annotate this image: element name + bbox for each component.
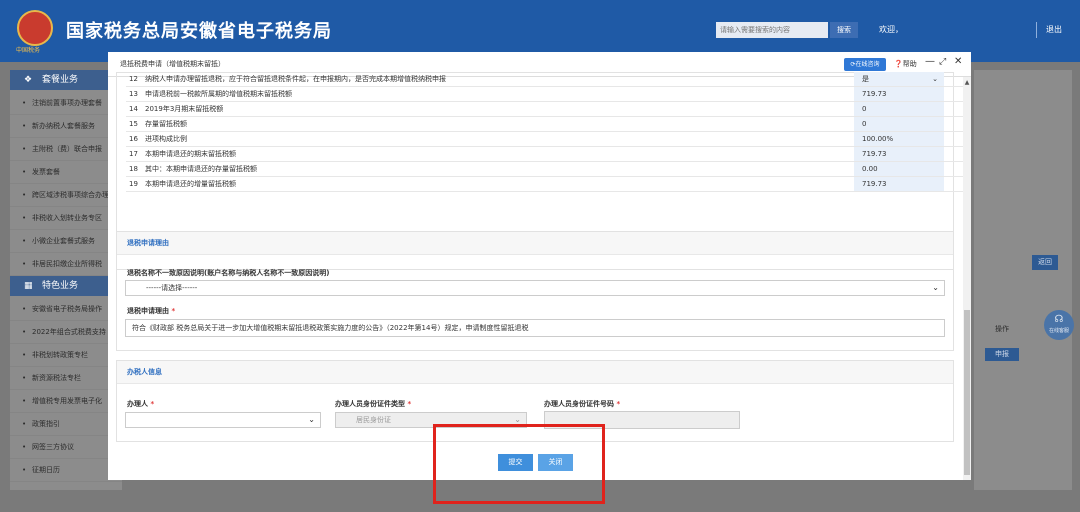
- refund-dialog: 退抵税费申请（增值税期末留抵） ⟳在线咨询 ❓帮助 — ⤢ ✕ 12 纳税人申请办…: [108, 52, 971, 480]
- operation-column-header: 操作: [995, 325, 1009, 333]
- site-title: 国家税务总局安徽省电子税务局: [66, 21, 332, 42]
- filing-status-select[interactable]: 是 ⌄: [854, 72, 944, 86]
- sidebar-item[interactable]: • 政策指引: [10, 413, 122, 436]
- id-number-label: 办理人员身份证件号码 *: [544, 400, 621, 408]
- search-input[interactable]: [716, 22, 828, 38]
- minimize-icon[interactable]: —: [925, 56, 935, 67]
- search-button[interactable]: 搜索: [830, 22, 858, 38]
- sidebar-section-featured[interactable]: ▦ 特色业务: [10, 276, 122, 296]
- chevron-down-icon: ⌄: [932, 75, 938, 83]
- sidebar-item[interactable]: • 注销前置事项办理套餐: [10, 92, 122, 115]
- report-button[interactable]: 申报: [985, 348, 1019, 361]
- scroll-up-icon[interactable]: ▲: [963, 79, 971, 86]
- mismatch-label: 退税名称不一致原因说明(账户名称与纳税人名称不一致原因说明): [127, 269, 330, 277]
- sidebar-item[interactable]: • 主附税（费）联合申报: [10, 138, 122, 161]
- handler-label: 办理人 *: [127, 400, 155, 408]
- header-divider: [1036, 22, 1037, 38]
- gear-icon: ❖: [24, 75, 33, 85]
- welcome-text: 欢迎，: [879, 25, 903, 34]
- chevron-down-icon: ⌄: [308, 415, 315, 424]
- sidebar-item[interactable]: • 跨区域涉税事项综合办理: [10, 184, 122, 207]
- section-title: 办税人信息: [117, 361, 953, 384]
- grid-icon: ▦: [24, 281, 33, 291]
- section-title: 退税申请理由: [117, 232, 953, 255]
- sidebar: ❖ 套餐业务 • 注销前置事项办理套餐 • 新办纳税人套餐服务 • 主附税（费）联合申…: [10, 70, 122, 490]
- sidebar-item[interactable]: • 征期日历: [10, 459, 122, 482]
- table-row: 17 本期申请退还的期末留抵税额 719.73: [126, 147, 963, 162]
- highlight-annotation-box: [433, 424, 605, 504]
- sidebar-item[interactable]: • 非居民扣缴企业所得税: [10, 253, 122, 276]
- id-type-label: 办理人员身份证件类型 *: [335, 400, 412, 408]
- refund-reason-card: 退税申请理由 退税名称不一致原因说明(账户名称与纳税人名称不一致原因说明) --…: [116, 231, 954, 351]
- sidebar-item[interactable]: • 新办纳税人套餐服务: [10, 115, 122, 138]
- table-row: 15 存量留抵税额 0: [126, 117, 963, 132]
- headset-icon: ☊: [1054, 314, 1064, 325]
- sidebar-item[interactable]: • 网签三方协议: [10, 436, 122, 459]
- tax-emblem-icon: [17, 10, 53, 46]
- reason-field[interactable]: 符合《财政部 税务总局关于进一步加大增值税期末留抵退税政策实施力度的公告》（20…: [125, 319, 945, 337]
- sidebar-item[interactable]: • 小微企业套餐式服务: [10, 230, 122, 253]
- background-panel: [974, 70, 1072, 490]
- sidebar-item[interactable]: • 非税收入划转业务专区: [10, 207, 122, 230]
- sidebar-item[interactable]: • 新资源税法专栏: [10, 367, 122, 390]
- table-row: 12 纳税人申请办理留抵退税，应于符合留抵退税条件起，在申报期内，是否完成本期增值…: [126, 72, 963, 87]
- table-row: 18 其中：本期申请退还的存量留抵税额 0.00: [126, 162, 963, 177]
- logout-link[interactable]: 退出: [1046, 24, 1062, 35]
- table-row: 14 2019年3月期末留抵税额 0: [126, 102, 963, 117]
- scrollbar-thumb[interactable]: [964, 310, 970, 475]
- sidebar-item[interactable]: • 非税划转政策专栏: [10, 344, 122, 367]
- mismatch-reason-select[interactable]: ------请选择------ ⌄: [125, 280, 945, 296]
- table-row: 19 本期申请退还的增量留抵税额 719.73: [126, 177, 963, 192]
- return-button[interactable]: 返回: [1032, 255, 1058, 270]
- sidebar-item[interactable]: • 安徽省电子税务局操作: [10, 298, 122, 321]
- online-consult-button[interactable]: ⟳在线咨询: [844, 58, 886, 71]
- sidebar-item[interactable]: • 2022年组合式税费支持: [10, 321, 122, 344]
- sidebar-section-package[interactable]: ❖ 套餐业务: [10, 70, 122, 90]
- emblem-caption: 中国税务: [16, 47, 41, 54]
- dialog-title: 退抵税费申请（增值税期末留抵）: [120, 60, 225, 68]
- maximize-icon[interactable]: ⤢: [939, 57, 946, 67]
- handler-select[interactable]: ⌄: [125, 412, 321, 428]
- online-service-float-button[interactable]: ☊ 在线客服: [1044, 310, 1074, 340]
- sidebar-item[interactable]: • 增值税专用发票电子化: [10, 390, 122, 413]
- table-row: 16 进项构成比例 100.00%: [126, 132, 963, 147]
- sidebar-item[interactable]: • 发票套餐: [10, 161, 122, 184]
- chevron-down-icon: ⌄: [932, 283, 939, 292]
- help-button[interactable]: ❓帮助: [894, 59, 917, 69]
- table-row: 13 申请退税前一税款所属期的增值税期末留抵税额 719.73: [126, 87, 963, 102]
- reason-label: 退税申请理由 *: [127, 307, 176, 315]
- close-icon[interactable]: ✕: [954, 56, 962, 67]
